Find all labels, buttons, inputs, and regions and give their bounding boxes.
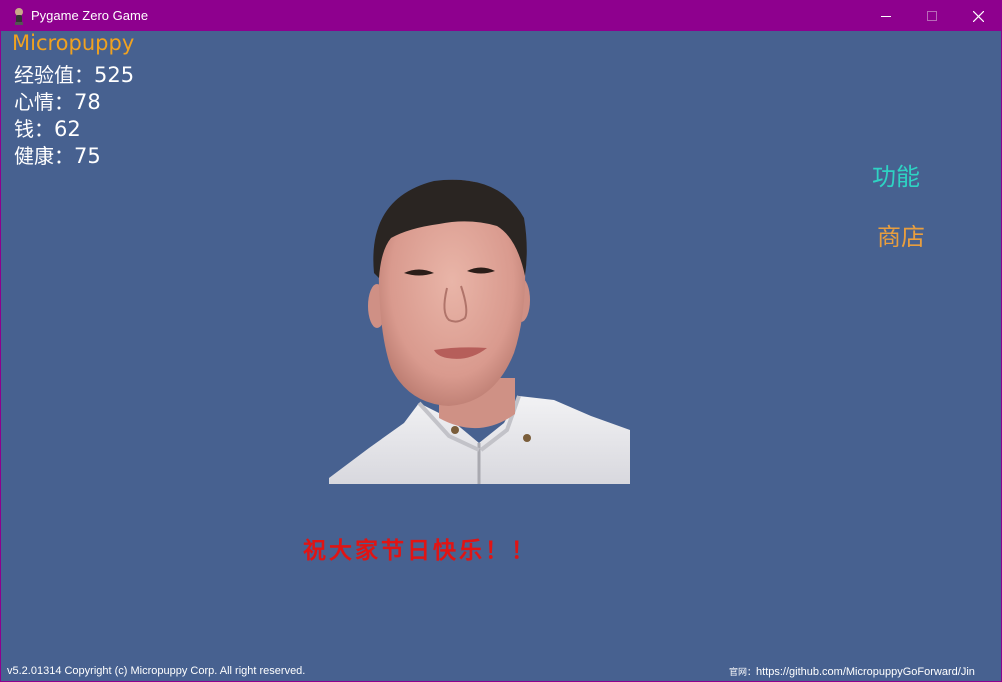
pygame-zero-icon	[15, 8, 23, 25]
website-url[interactable]: https://github.com/MicropuppyGoForward/J…	[756, 666, 975, 678]
maximize-button[interactable]	[909, 1, 955, 31]
stat-value: 62	[54, 117, 81, 141]
stat-label: 健康：	[14, 144, 74, 168]
stat-value: 525	[94, 63, 135, 87]
stat-experience: 经验值：525	[14, 59, 134, 88]
shop-button[interactable]: 商店	[877, 217, 925, 252]
stat-label: 钱：	[14, 117, 54, 141]
stat-value: 78	[74, 90, 101, 114]
function-button[interactable]: 功能	[872, 157, 920, 192]
minimize-icon	[881, 16, 891, 17]
copyright-text: v5.2.01314 Copyright (c) Micropuppy Corp…	[7, 665, 306, 677]
game-window: Pygame Zero Game Micropuppy 经验值：525 心情：7…	[0, 0, 1002, 682]
website-info: 官网：https://github.com/MicropuppyGoForwar…	[729, 665, 975, 678]
player-name: Micropuppy	[12, 31, 135, 55]
website-label: 官网：	[729, 668, 757, 678]
stat-label: 经验值：	[14, 63, 94, 87]
stat-health: 健康：75	[14, 140, 101, 169]
title-bar[interactable]: Pygame Zero Game	[1, 1, 1001, 31]
stat-label: 心情：	[14, 90, 74, 114]
stat-value: 75	[74, 144, 101, 168]
window-title: Pygame Zero Game	[31, 8, 149, 23]
character-portrait[interactable]	[329, 178, 630, 484]
greeting-message: 祝大家节日快乐！！	[303, 537, 537, 564]
close-button[interactable]	[955, 1, 1001, 31]
maximize-icon	[927, 11, 937, 21]
stat-mood: 心情：78	[14, 86, 101, 115]
minimize-button[interactable]	[863, 1, 909, 31]
close-icon	[972, 10, 984, 22]
game-canvas[interactable]: Micropuppy 经验值：525 心情：78 钱：62 健康：75 功能 商…	[1, 31, 1001, 681]
stat-money: 钱：62	[14, 113, 81, 142]
